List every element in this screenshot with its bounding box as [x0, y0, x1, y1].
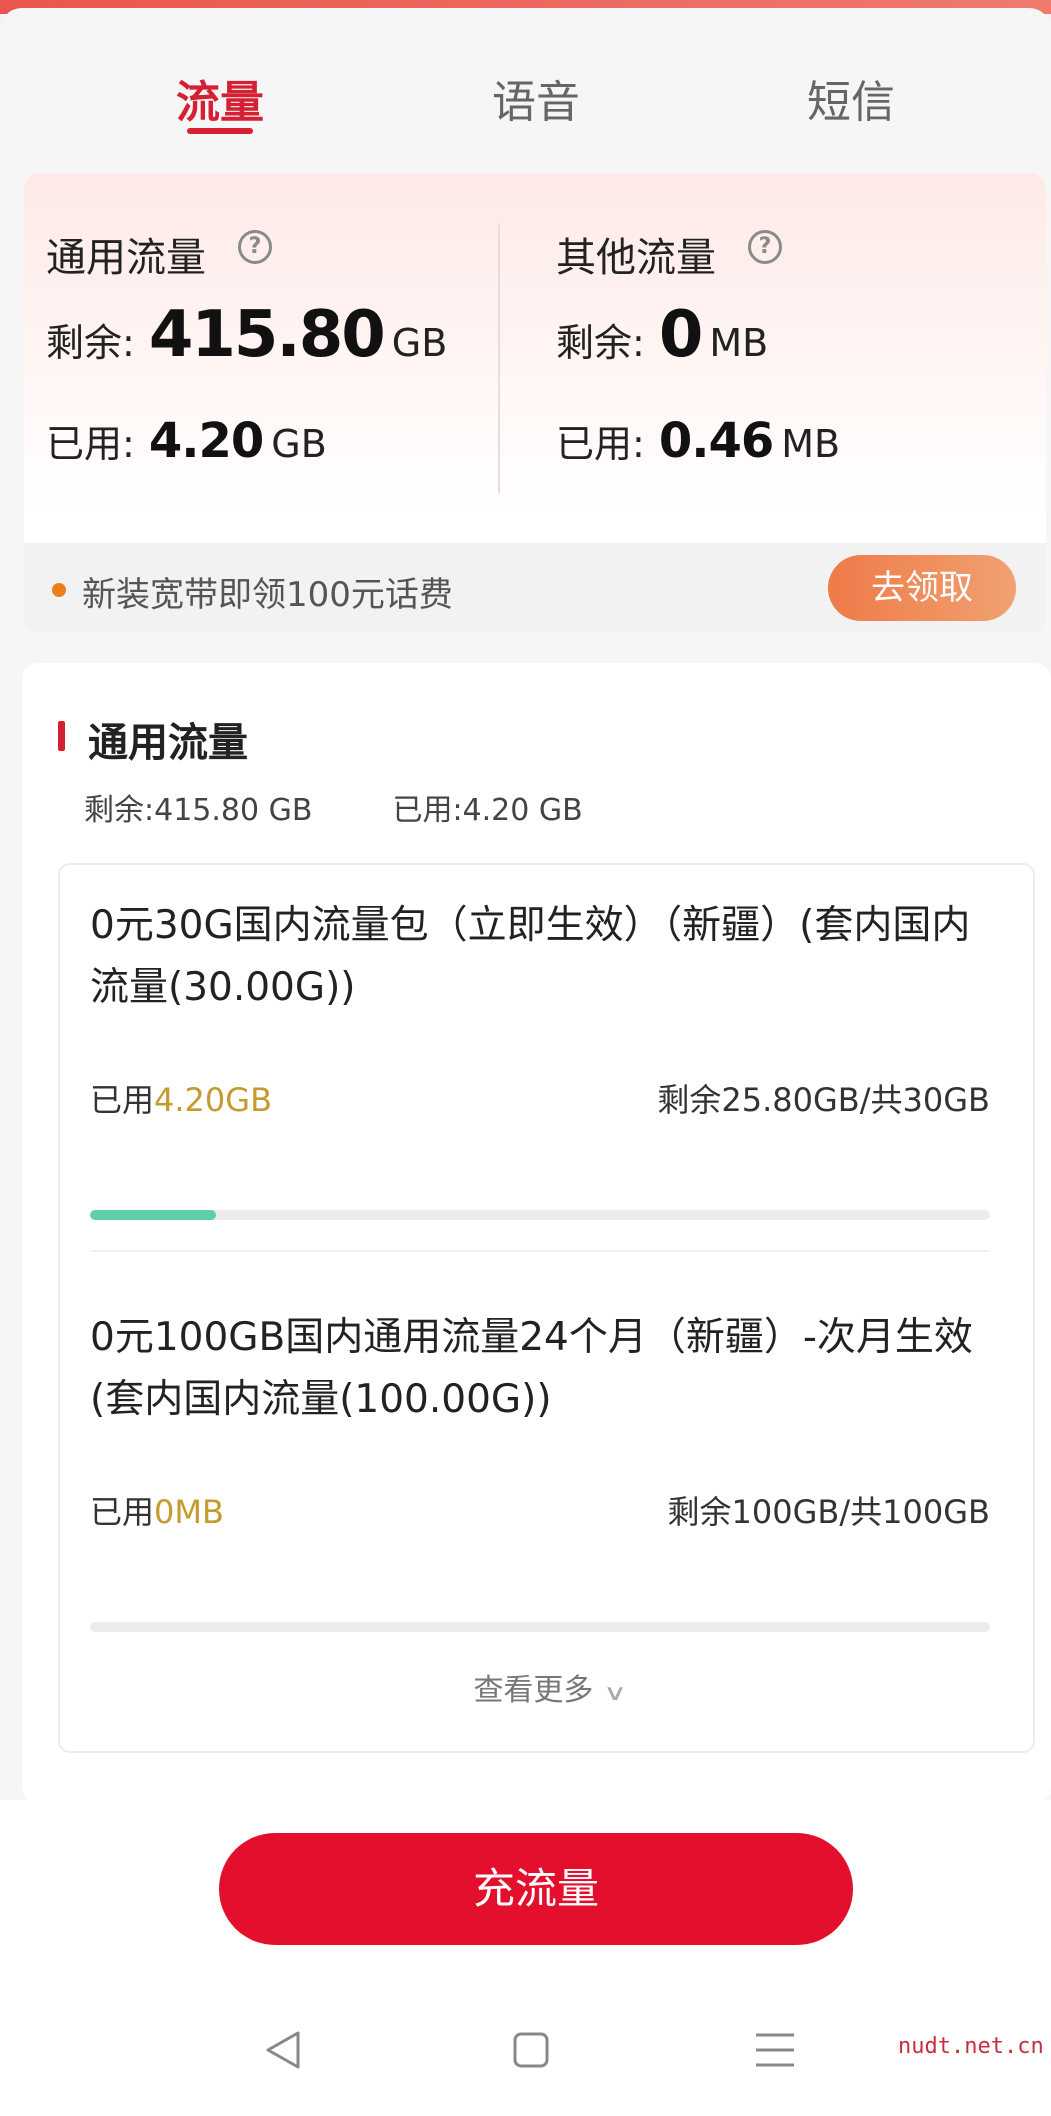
other-data-summary: 其他流量 ? 剩余: 0 MB 已用: 0.46 MB [534, 173, 1034, 543]
used-value: 4.20 [148, 413, 264, 469]
package-item[interactable]: 0元100GB国内通用流量24个月（新疆）-次月生效 (套内国内流量(100.0… [90, 1307, 990, 1632]
used-value: 0MB [154, 1493, 224, 1531]
usage-tabs: 流量 语音 短信 [0, 16, 1051, 146]
promo-dot-icon [52, 583, 66, 597]
remaining-unit: GB [391, 321, 448, 365]
used-label: 已用 [90, 1493, 155, 1531]
claim-button[interactable]: 去领取 [828, 555, 1016, 621]
used-value: 4.20GB [154, 1081, 273, 1119]
package-usage-row: 已用0MB 剩余100GB/共100GB [90, 1487, 990, 1533]
broadband-promo-banner[interactable]: 新装宽带即领100元话费 去领取 [24, 543, 1046, 633]
usage-progress-bar [90, 1210, 990, 1220]
remaining-value: 415.80 [148, 298, 386, 372]
used-value: 0.46 [658, 413, 774, 469]
used-label: 已用: [556, 422, 645, 466]
general-data-detail-card: 通用流量 剩余:415.80 GB 已用:4.20 GB 0元30G国内流量包（立… [22, 663, 1051, 1803]
section-title: 通用流量 [88, 720, 248, 766]
tab-sms[interactable]: 短信 [751, 66, 951, 130]
section-remaining: 剩余:415.80 GB [84, 793, 313, 828]
section-used: 已用:4.20 GB [392, 793, 583, 828]
recharge-data-button[interactable]: 充流量 [219, 1833, 853, 1945]
package-name: 0元30G国内流量包（立即生效）（新疆）(套内国内流量(30.00G)) [90, 903, 971, 1010]
chevron-down-icon: ∨ [603, 1681, 628, 1706]
section-stats: 剩余:415.80 GB 已用:4.20 GB [84, 785, 663, 829]
other-remaining-row: 剩余: 0 MB [556, 298, 768, 372]
package-name: 0元100GB国内通用流量24个月（新疆）-次月生效 (套内国内流量(100.0… [90, 1315, 973, 1422]
usage-progress-bar [90, 1622, 990, 1632]
general-data-title: 通用流量 [46, 235, 206, 281]
used-label: 已用: [46, 422, 135, 466]
summary-divider [498, 223, 500, 493]
package-item[interactable]: 0元30G国内流量包（立即生效）（新疆）(套内国内流量(30.00G)) 已用4… [90, 895, 990, 1220]
active-tab-indicator [187, 128, 253, 134]
general-data-summary: 通用流量 ? 剩余: 415.80 GB 已用: 4.20 GB [24, 173, 524, 543]
package-divider [90, 1250, 990, 1252]
other-data-title: 其他流量 [556, 235, 716, 281]
general-remaining-row: 剩余: 415.80 GB [46, 298, 447, 372]
package-usage-row: 已用4.20GB 剩余25.80GB/共30GB [90, 1075, 990, 1121]
view-more-label: 查看更多 [473, 1673, 594, 1708]
general-used-row: 已用: 4.20 GB [46, 413, 327, 469]
menu-icon[interactable] [750, 2025, 800, 2075]
remaining-unit: MB [709, 321, 769, 365]
back-icon[interactable] [258, 2025, 308, 2075]
section-accent-bar [58, 721, 65, 751]
help-icon[interactable]: ? [748, 230, 782, 264]
bottom-action-area: 充流量 [0, 1800, 1051, 2116]
usage-summary-card: 通用流量 ? 剩余: 415.80 GB 已用: 4.20 GB 其他流量 ? … [24, 173, 1046, 633]
remaining-label: 剩余: [46, 321, 135, 365]
remaining-value: 0 [658, 298, 704, 372]
tab-data[interactable]: 流量 [120, 66, 320, 130]
view-more-link[interactable]: 查看更多 ∨ [60, 1665, 1037, 1709]
remaining-label: 剩余: [556, 321, 645, 365]
used-unit: GB [271, 422, 327, 466]
help-icon[interactable]: ? [238, 230, 272, 264]
tab-voice[interactable]: 语音 [436, 66, 636, 130]
used-label: 已用 [90, 1081, 155, 1119]
promo-text: 新装宽带即领100元话费 [82, 575, 453, 615]
home-icon[interactable] [506, 2025, 556, 2075]
usage-progress-fill [90, 1210, 216, 1220]
watermark: nudt.net.cn [898, 2034, 1044, 2059]
remaining-total: 剩余100GB/共100GB [667, 1493, 990, 1531]
data-usage-sheet: 流量 语音 短信 通用流量 ? 剩余: 415.80 GB 已用: 4.20 G… [0, 8, 1051, 1808]
other-used-row: 已用: 0.46 MB [556, 413, 840, 469]
package-list: 0元30G国内流量包（立即生效）（新疆）(套内国内流量(30.00G)) 已用4… [58, 863, 1035, 1753]
remaining-total: 剩余25.80GB/共30GB [657, 1081, 990, 1119]
used-unit: MB [781, 422, 841, 466]
